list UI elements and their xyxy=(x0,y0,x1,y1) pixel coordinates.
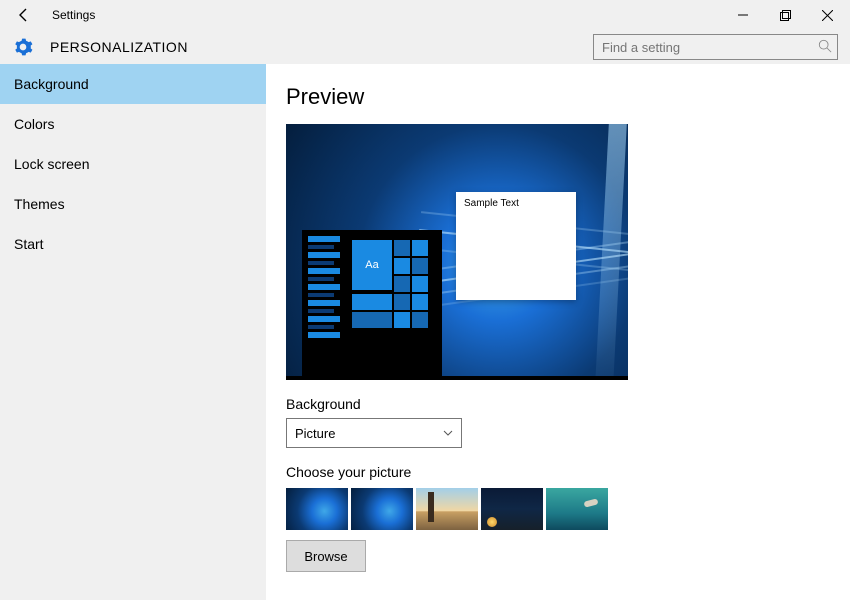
background-label: Background xyxy=(286,396,834,412)
preview-start-menu: Aa xyxy=(302,230,442,376)
content-area: Preview Sample Text Aa xyxy=(266,64,850,600)
sidebar-item-colors[interactable]: Colors xyxy=(0,104,266,144)
minimize-button[interactable] xyxy=(722,1,764,29)
search-icon xyxy=(818,39,832,56)
search-input[interactable] xyxy=(593,34,838,60)
choose-picture-label: Choose your picture xyxy=(286,464,834,480)
sample-text-label: Sample Text xyxy=(464,198,519,209)
sidebar-item-themes[interactable]: Themes xyxy=(0,184,266,224)
preview-tile-aa: Aa xyxy=(352,240,392,290)
preview-sample-window: Sample Text xyxy=(456,192,576,300)
header: PERSONALIZATION xyxy=(0,30,850,64)
title-bar: Settings xyxy=(0,0,850,30)
desktop-preview: Sample Text Aa xyxy=(286,124,628,380)
close-icon xyxy=(822,10,833,21)
window-title: Settings xyxy=(52,8,95,22)
browse-button[interactable]: Browse xyxy=(286,540,366,572)
picture-thumb-4[interactable] xyxy=(481,488,543,530)
sidebar: Background Colors Lock screen Themes Sta… xyxy=(0,64,266,600)
search-container xyxy=(593,34,838,60)
sidebar-item-background[interactable]: Background xyxy=(0,64,266,104)
picture-thumb-1[interactable] xyxy=(286,488,348,530)
background-dropdown-value: Picture xyxy=(295,426,335,441)
picture-thumb-3[interactable] xyxy=(416,488,478,530)
picture-thumb-2[interactable] xyxy=(351,488,413,530)
maximize-icon xyxy=(780,10,791,21)
chevron-down-icon xyxy=(443,428,453,439)
preview-heading: Preview xyxy=(286,84,834,110)
sidebar-item-start[interactable]: Start xyxy=(0,224,266,264)
picture-thumb-5[interactable] xyxy=(546,488,608,530)
sidebar-item-lock-screen[interactable]: Lock screen xyxy=(0,144,266,184)
back-button[interactable] xyxy=(10,1,38,29)
gear-icon xyxy=(12,36,34,58)
picture-thumbnails xyxy=(286,488,834,530)
preview-taskbar xyxy=(286,376,628,380)
back-arrow-icon xyxy=(16,7,32,23)
close-button[interactable] xyxy=(806,1,848,29)
minimize-icon xyxy=(738,10,748,20)
category-title: PERSONALIZATION xyxy=(50,39,188,55)
maximize-button[interactable] xyxy=(764,1,806,29)
background-dropdown[interactable]: Picture xyxy=(286,418,462,448)
window-controls xyxy=(722,1,848,29)
